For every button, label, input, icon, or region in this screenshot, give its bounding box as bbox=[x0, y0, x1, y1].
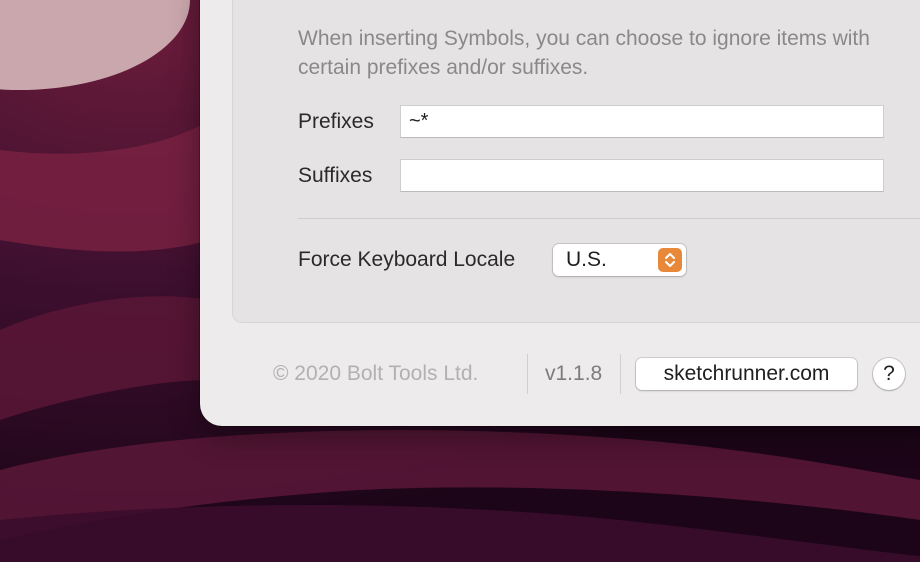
keyboard-locale-value: U.S. bbox=[566, 248, 607, 271]
keyboard-locale-popup[interactable]: U.S. bbox=[553, 244, 686, 276]
section-divider bbox=[298, 218, 920, 219]
help-button[interactable]: ? bbox=[873, 358, 905, 390]
website-button[interactable]: sketchrunner.com bbox=[636, 358, 857, 390]
up-down-chevron-icon bbox=[658, 248, 682, 272]
symbols-description: When inserting Symbols, you can choose t… bbox=[298, 27, 870, 79]
prefixes-label: Prefixes bbox=[298, 110, 374, 133]
prefixes-field[interactable] bbox=[400, 105, 884, 138]
version-text: v1.1.8 bbox=[545, 362, 603, 385]
footer-divider bbox=[620, 354, 621, 394]
suffixes-label: Suffixes bbox=[298, 164, 373, 187]
keyboard-locale-label: Force Keyboard Locale bbox=[298, 248, 516, 271]
suffixes-field[interactable] bbox=[400, 159, 884, 192]
footer-divider bbox=[527, 354, 528, 394]
copyright-text: © 2020 Bolt Tools Ltd. bbox=[273, 362, 479, 385]
